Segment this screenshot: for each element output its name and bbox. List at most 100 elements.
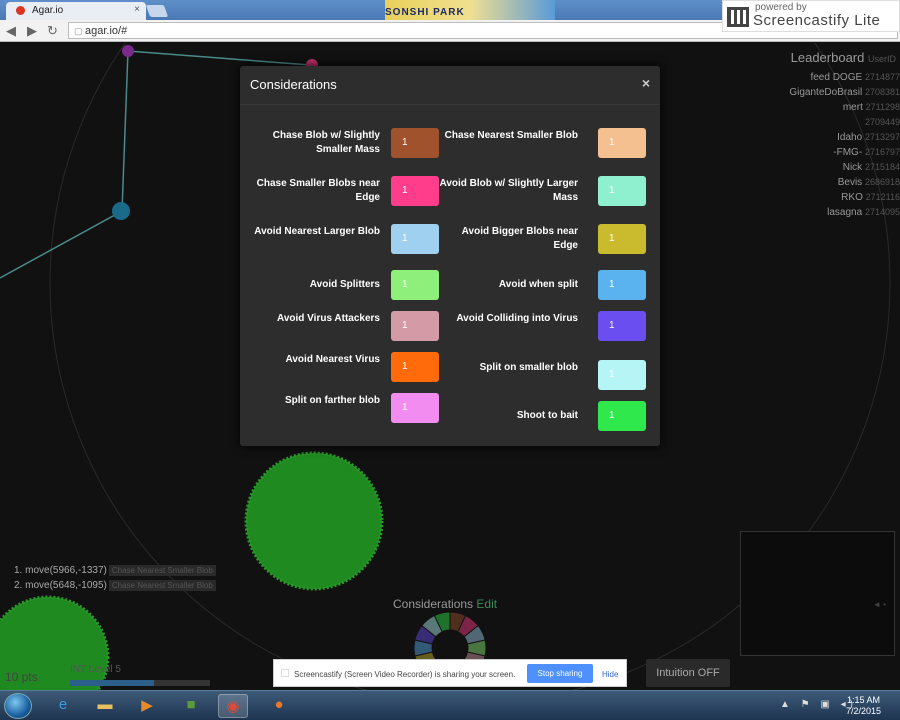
log-index: 1. <box>14 565 23 576</box>
path-line <box>127 50 311 66</box>
log-text: move(5648,-1095) <box>25 580 107 591</box>
consideration-weight-input[interactable]: 1 <box>598 401 646 431</box>
considerations-modal: Considerations × Chase Blob w/ Slightly … <box>240 66 660 446</box>
consideration-label: Shoot to bait <box>516 410 578 421</box>
leaderboard-player-id: 2715184 <box>864 162 900 172</box>
banner-text: SONSHI PARK <box>385 7 465 18</box>
reload-icon[interactable]: ↻ <box>47 23 58 39</box>
intuition-toggle-button[interactable]: Intuition OFF <box>646 659 730 687</box>
leaderboard-player-name: feed DOGE <box>810 72 863 83</box>
clock-time: 1:15 AM <box>847 695 881 705</box>
internet-explorer-icon[interactable]: e <box>48 694 78 718</box>
screencastify-name: Screencastify Lite <box>753 12 881 29</box>
consideration-weight-input[interactable]: 1 <box>598 311 646 341</box>
leaderboard-player-name: Idaho <box>837 132 863 143</box>
consideration-label: Chase Blob w/ Slightly Smaller Mass <box>272 130 380 155</box>
leaderboard-player-name: mert <box>842 102 863 113</box>
leaderboard-title: Leaderboard UserID <box>790 50 896 65</box>
stop-sharing-button[interactable]: Stop sharing <box>527 664 593 683</box>
xp-progress-fill <box>70 680 154 686</box>
tab-close-icon[interactable]: × <box>134 4 140 15</box>
consideration-label: Avoid Virus Attackers <box>276 313 380 324</box>
tab-title: Agar.io <box>32 5 64 16</box>
agario-favicon-icon <box>16 6 25 15</box>
leaderboard-list: feed DOGE 2714877 GiganteDoBrasil 2708381… <box>780 72 900 222</box>
browser-tab[interactable]: Agar.io × <box>6 2 146 20</box>
back-icon[interactable]: ◀ <box>6 23 16 39</box>
int-level-label: INT Level 5 <box>70 664 121 675</box>
media-player-icon[interactable]: ▶ <box>132 694 162 718</box>
points-display: 10 pts <box>5 670 38 684</box>
clock-date: 7/2/2015 <box>846 706 882 716</box>
action-log: 1. move(5966,-1337) Chase Nearest Smaller… <box>14 565 216 595</box>
consideration-weight-input[interactable]: 1 <box>391 128 439 158</box>
consideration-label: Avoid Splitters <box>309 279 380 290</box>
chrome-icon[interactable]: ◉ <box>218 694 248 718</box>
consideration-label: Avoid Nearest Larger Blob <box>254 226 380 237</box>
leaderboard-player-name: Bevis <box>837 177 863 188</box>
minecraft-icon[interactable]: ■ <box>176 694 206 718</box>
consideration-weight-input[interactable]: 1 <box>598 128 646 158</box>
url-text: agar.io/# <box>85 25 128 37</box>
file-explorer-icon[interactable]: ▬ <box>90 694 120 718</box>
consideration-label: Chase Nearest Smaller Blob <box>444 130 578 141</box>
share-message: Screencastify (Screen Video Recorder) is… <box>294 670 516 679</box>
leaderboard-player-id: 2716797 <box>864 147 900 157</box>
leaderboard-player-id: 2714095 <box>864 207 900 217</box>
leaderboard-row: Idaho 2713297 <box>780 132 900 147</box>
leaderboard-row: GiganteDoBrasil 2708381 <box>780 87 900 102</box>
consideration-label: Avoid when split <box>498 279 578 290</box>
leaderboard-row: RKO 2712116 <box>780 192 900 207</box>
system-clock[interactable]: 1:15 AM 7/2/2015 <box>846 695 881 717</box>
close-icon[interactable]: × <box>642 75 650 91</box>
leaderboard-player-name: GiganteDoBrasil <box>789 87 863 98</box>
leaderboard-player-id: 2711298 <box>865 102 900 112</box>
consideration-weight-input[interactable]: 1 <box>391 393 439 423</box>
share-info-icon <box>281 669 289 677</box>
consideration-weight-input[interactable]: 1 <box>391 176 439 206</box>
leaderboard-row: -FMG- 2716797 <box>780 147 900 162</box>
leaderboard-row: Bevis 2686918 <box>780 177 900 192</box>
considerations-footer-label: Considerations <box>393 597 474 611</box>
consideration-label: Chase Smaller Blobs near Edge <box>256 178 380 203</box>
leaderboard-row: mert 2711298 <box>780 102 900 117</box>
leaderboard-row: feed DOGE 2714877 <box>780 72 900 87</box>
leaderboard-player-id: 2714877 <box>864 72 900 82</box>
film-icon <box>727 7 749 27</box>
leaderboard-row: Nick 2715184 <box>780 162 900 177</box>
virus-blob <box>244 451 384 591</box>
new-tab-button[interactable] <box>145 5 169 17</box>
consideration-label: Avoid Nearest Virus <box>285 354 380 365</box>
log-index: 2. <box>14 580 23 591</box>
consideration-weight-input[interactable]: 1 <box>598 270 646 300</box>
log-tag: Chase Nearest Smaller Blob <box>108 565 216 576</box>
player-blob <box>112 202 130 220</box>
leaderboard-row: lasagna 2714095 <box>780 207 900 222</box>
consideration-weight-input[interactable]: 1 <box>598 224 646 254</box>
consideration-label: Avoid Blob w/ Slightly Larger Mass <box>439 178 578 203</box>
modal-title: Considerations <box>250 77 337 92</box>
considerations-edit-link[interactable]: Edit <box>476 597 497 611</box>
page-icon: ▢ <box>74 26 83 36</box>
windows-taskbar: e ▬ ▶ ■ ◉ ● ▲ ⚑ ▣ ◂) 1:15 AM 7/2/2015 <box>0 690 900 720</box>
minimap: ◄ • <box>740 531 895 656</box>
consideration-weight-input[interactable]: 1 <box>391 352 439 382</box>
consideration-weight-input[interactable]: 1 <box>598 360 646 390</box>
log-entry: 2. move(5648,-1095) Chase Nearest Smaller… <box>14 580 216 595</box>
consideration-weight-input[interactable]: 1 <box>391 224 439 254</box>
leaderboard-row: 2709449 <box>780 117 900 132</box>
consideration-weight-input[interactable]: 1 <box>391 311 439 341</box>
xp-progress-bar <box>70 680 210 686</box>
leaderboard-player-name: RKO <box>841 192 863 203</box>
start-button[interactable] <box>4 693 32 719</box>
path-line <box>0 50 129 279</box>
screencastify-badge: powered by Screencastify Lite <box>722 0 900 32</box>
consideration-label: Avoid Bigger Blobs near Edge <box>461 226 578 251</box>
hide-link[interactable]: Hide <box>602 670 618 679</box>
consideration-weight-input[interactable]: 1 <box>598 176 646 206</box>
leaderboard-player-name: -FMG- <box>833 147 863 158</box>
consideration-weight-input[interactable]: 1 <box>391 270 439 300</box>
blob-purple <box>122 45 134 57</box>
firefox-icon[interactable]: ● <box>264 694 294 718</box>
forward-icon[interactable]: ▶ <box>27 23 37 39</box>
